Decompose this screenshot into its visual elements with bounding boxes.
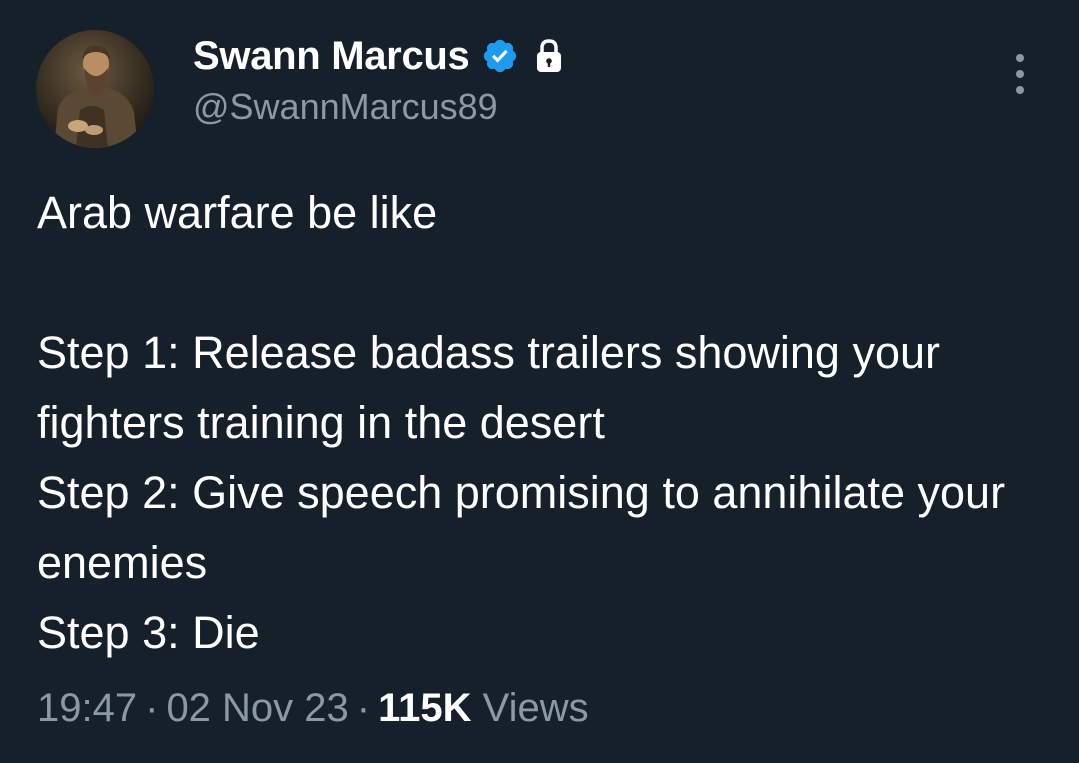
views-label: Views [482, 686, 589, 730]
avatar-portrait-icon [36, 30, 154, 148]
separator: · [356, 686, 371, 730]
tweet-text: Arab warfare be like Step 1: Release bad… [37, 187, 1006, 658]
verified-badge-icon[interactable] [481, 37, 519, 75]
lock-icon [533, 37, 565, 75]
tweet-card: Swann Marcus @SwannMarcus89 Arab warfare… [0, 0, 1079, 763]
tweet-meta: 19:47 · 02 Nov 23 · 115K Views [37, 686, 589, 731]
author-name-row: Swann Marcus [193, 30, 565, 82]
author-handle[interactable]: @SwannMarcus89 [193, 86, 498, 128]
avatar[interactable] [36, 30, 154, 148]
display-name[interactable]: Swann Marcus [193, 34, 470, 79]
more-options-icon[interactable] [1004, 52, 1036, 96]
tweet-time[interactable]: 19:47 [37, 686, 137, 730]
separator: · [145, 686, 159, 730]
tweet-date[interactable]: 02 Nov 23 [166, 686, 348, 730]
views-count[interactable]: 115K [378, 686, 471, 730]
